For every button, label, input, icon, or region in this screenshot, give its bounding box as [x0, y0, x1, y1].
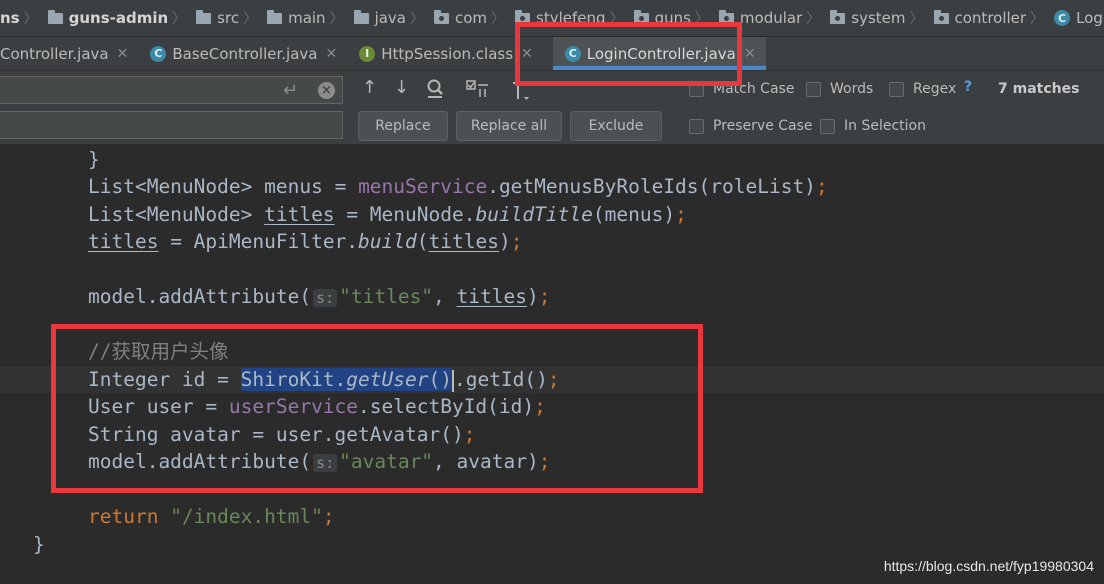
chevron-right-icon: 〉	[806, 11, 821, 27]
previous-occurrence-icon[interactable]: ↑	[362, 79, 377, 97]
close-icon[interactable]: ✕	[325, 46, 337, 62]
checkbox-box	[820, 118, 835, 134]
breadcrumb-item-ns[interactable]: ns 〉	[0, 8, 42, 28]
code-line: }	[88, 148, 100, 171]
chevron-right-icon: 〉	[23, 11, 38, 27]
preserve-case-checkbox[interactable]: Preserve Case	[689, 118, 813, 134]
breadcrumb-item-com[interactable]: com 〉	[428, 8, 509, 28]
watermark: https://blog.csdn.net/fyp19980304	[883, 558, 1094, 574]
code-line: return "/index.html";	[88, 505, 335, 528]
breadcrumb-item-logincontroller[interactable]: CLoginController	[1048, 9, 1104, 27]
chevron-right-icon: 〉	[243, 11, 258, 27]
tab-controller-java[interactable]: Controller.java ✕	[0, 37, 138, 70]
chevron-right-icon: 〉	[410, 11, 424, 27]
package-icon	[830, 9, 846, 24]
breadcrumb-item-src[interactable]: src 〉	[190, 8, 261, 28]
package-icon	[434, 9, 449, 24]
checkbox-box	[889, 81, 904, 97]
checkbox-box	[689, 118, 704, 134]
code-line: List<MenuNode> menus = menuService.getMe…	[88, 175, 828, 198]
class-icon: C	[150, 45, 167, 62]
replace-all-button[interactable]: Replace all	[456, 111, 562, 141]
code-line: model.addAttribute(s: "titles", titles);	[88, 285, 551, 308]
tab-httpsession-class[interactable]: I HttpSession.class ✕	[347, 37, 543, 70]
exclude-button[interactable]: Exclude	[570, 111, 662, 141]
package-icon	[933, 9, 949, 24]
in-selection-checkbox[interactable]: In Selection	[820, 118, 926, 134]
chevron-right-icon: 〉	[491, 11, 506, 27]
chevron-right-icon: 〉	[329, 11, 344, 27]
close-icon[interactable]: ✕	[117, 46, 129, 62]
breadcrumb-item-java[interactable]: java 〉	[348, 8, 428, 28]
checkbox-box	[806, 81, 821, 97]
annotation-box-code	[51, 324, 703, 493]
annotation-box-tab	[515, 22, 742, 86]
chevron-right-icon: 〉	[1030, 11, 1045, 27]
code-line: titles = ApiMenuFilter.build(titles);	[88, 230, 523, 253]
class-icon: C	[1054, 10, 1071, 26]
folder-icon	[353, 9, 369, 24]
next-occurrence-icon[interactable]: ↓	[394, 79, 409, 97]
find-all-icon[interactable]	[425, 78, 447, 100]
code-line: }	[33, 533, 45, 556]
chevron-right-icon: 〉	[909, 11, 924, 27]
replace-input[interactable]	[0, 111, 343, 139]
select-all-occurrences-icon[interactable]	[466, 79, 490, 99]
code-line: List<MenuNode> titles = MenuNode.buildTi…	[88, 203, 687, 226]
search-input[interactable]: ↵ ×	[0, 76, 343, 104]
regex-checkbox[interactable]: Regex	[889, 81, 956, 97]
breadcrumb-item-system[interactable]: system 〉	[824, 8, 927, 28]
tab-basecontroller-java[interactable]: C BaseController.java ✕	[138, 37, 347, 70]
chevron-right-icon: 〉	[172, 11, 187, 27]
words-checkbox[interactable]: Words	[806, 81, 873, 97]
folder-icon	[196, 9, 212, 24]
breadcrumb-item-main[interactable]: main 〉	[261, 8, 347, 28]
breadcrumb-item-controller[interactable]: controller 〉	[928, 8, 1049, 28]
regex-help-icon[interactable]: ?	[964, 79, 972, 95]
breadcrumb-item-module[interactable]: guns-admin 〉	[42, 8, 191, 28]
clear-icon[interactable]: ×	[318, 82, 335, 99]
module-folder-icon	[47, 9, 63, 24]
parameter-hint: s:	[313, 289, 338, 307]
replace-button[interactable]: Replace	[358, 111, 448, 141]
interface-icon: I	[359, 45, 376, 62]
match-count: 7 matches	[998, 81, 1080, 97]
enter-icon: ↵	[283, 80, 299, 101]
folder-icon	[267, 9, 283, 24]
close-icon[interactable]: ✕	[744, 46, 756, 62]
